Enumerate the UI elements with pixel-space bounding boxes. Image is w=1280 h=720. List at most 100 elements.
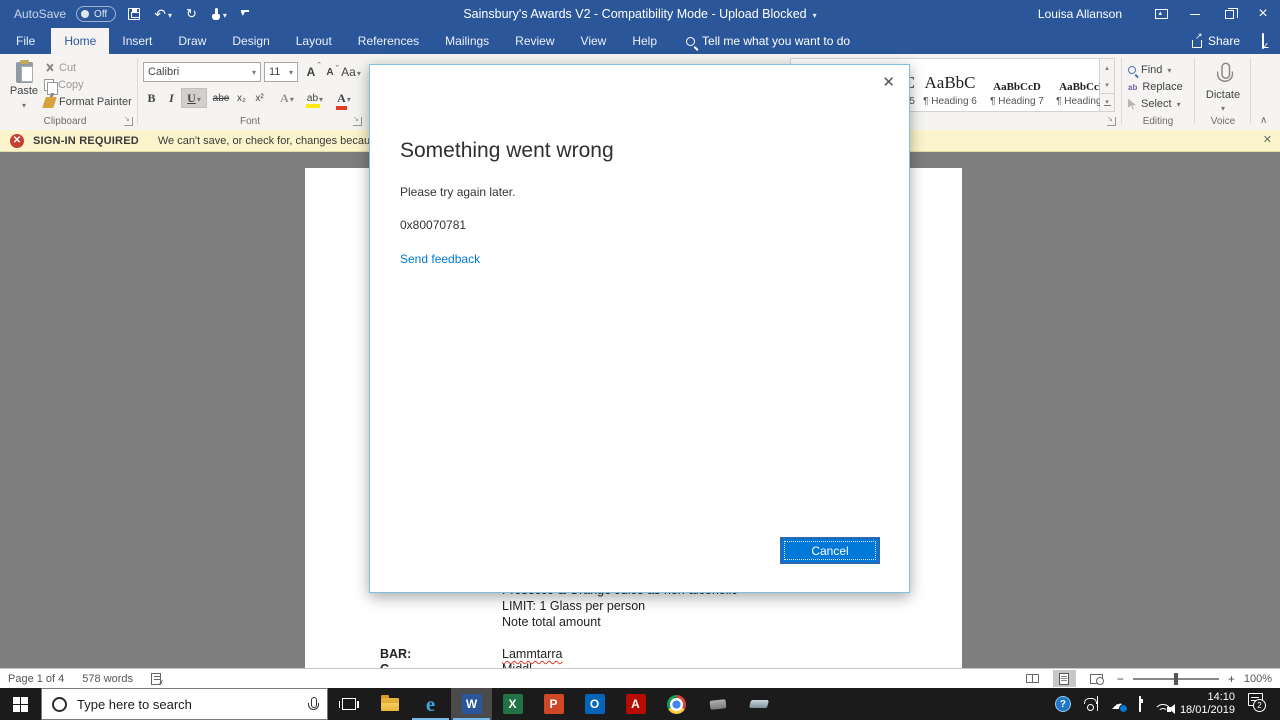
zoom-in-button[interactable]: + (1228, 672, 1235, 686)
grow-font-button[interactable]: A (303, 61, 320, 82)
tab-home[interactable]: Home (51, 28, 110, 54)
cut-button[interactable]: Cut (44, 62, 76, 74)
tell-me-box[interactable]: Tell me what you want to do (686, 28, 850, 54)
font-color-button[interactable]: A (332, 88, 356, 110)
text-effects-button[interactable]: A (275, 88, 299, 108)
replace-button[interactable]: Replace (1128, 79, 1182, 95)
collapse-ribbon-button[interactable] (1260, 112, 1267, 126)
tab-references[interactable]: References (345, 28, 432, 54)
dictate-button[interactable]: Dictate (1200, 60, 1246, 118)
tab-mailings[interactable]: Mailings (432, 28, 502, 54)
restore-button[interactable] (1212, 0, 1246, 28)
user-name[interactable]: Louisa Allanson (1038, 7, 1122, 21)
font-dialog-launcher[interactable] (353, 115, 362, 126)
get-help-tray-button[interactable] (1054, 696, 1071, 712)
styles-gallery-more-icon[interactable] (1100, 93, 1114, 111)
pinned-app-button[interactable] (697, 688, 738, 720)
search-mic-icon[interactable] (308, 697, 319, 711)
print-layout-button[interactable] (1052, 670, 1076, 687)
zoom-slider[interactable] (1132, 672, 1219, 685)
close-button[interactable] (1246, 0, 1280, 28)
superscript-button[interactable]: x² (251, 88, 268, 108)
minimize-button[interactable] (1178, 0, 1212, 28)
onedrive-tray-button[interactable] (1111, 696, 1126, 713)
tab-review[interactable]: Review (502, 28, 567, 54)
font-name-select[interactable]: Calibri (143, 62, 261, 82)
clock[interactable]: 14:10 18/01/2019 (1180, 691, 1235, 717)
subscript-button[interactable]: x₂ (233, 88, 250, 108)
page-indicator[interactable]: Page 1 of 4 (8, 673, 64, 685)
scanner-app-button[interactable] (738, 688, 779, 720)
tab-view[interactable]: View (568, 28, 620, 54)
comments-button[interactable] (1262, 33, 1264, 49)
styles-scroll-up-icon[interactable] (1100, 59, 1114, 76)
acrobat-button[interactable]: A (615, 688, 656, 720)
proofing-errors-icon[interactable] (151, 672, 164, 687)
cancel-button[interactable]: Cancel (780, 537, 880, 564)
word-count[interactable]: 578 words (82, 673, 133, 685)
zoom-slider-thumb[interactable] (1173, 672, 1178, 685)
paste-button[interactable]: Paste (8, 60, 40, 118)
style-heading6[interactable]: AaBbC ¶ Heading 6 (917, 61, 983, 109)
styles-scroll-down-icon[interactable] (1100, 76, 1114, 93)
format-painter-button[interactable]: Format Painter (42, 96, 132, 108)
redo-button[interactable] (184, 3, 199, 25)
window-title-text: Sainsbury's Awards V2 - Compatibility Mo… (463, 7, 807, 21)
group-divider (1194, 58, 1195, 124)
outlook-button[interactable]: O (574, 688, 615, 720)
underline-icon: U (187, 90, 196, 105)
dialog-title: Something went wrong (400, 139, 614, 162)
style-heading7[interactable]: AaBbCcD ¶ Heading 7 (985, 61, 1049, 109)
autosave-toggle[interactable]: Off (76, 6, 117, 22)
text-highlight-button[interactable]: ab (302, 88, 328, 108)
tab-design[interactable]: Design (219, 28, 282, 54)
file-explorer-button[interactable] (369, 688, 410, 720)
chrome-button[interactable] (656, 688, 697, 720)
powerpoint-button[interactable]: P (533, 688, 574, 720)
task-view-button[interactable] (328, 688, 369, 720)
italic-button[interactable]: I (163, 88, 180, 108)
shrink-font-button[interactable]: A (322, 62, 339, 82)
battery-tray-button[interactable] (1138, 696, 1141, 712)
styles-dialog-launcher[interactable] (1107, 115, 1116, 126)
hidden-icons-button[interactable] (1096, 696, 1098, 711)
tab-insert[interactable]: Insert (109, 28, 165, 54)
zoom-level[interactable]: 100% (1244, 673, 1272, 685)
send-feedback-link[interactable]: Send feedback (400, 252, 480, 266)
action-center-button[interactable]: 2 (1248, 693, 1270, 715)
save-button[interactable] (126, 3, 142, 25)
web-layout-button[interactable] (1085, 670, 1108, 687)
strikethrough-button[interactable]: abe (210, 88, 232, 108)
read-mode-button[interactable] (1021, 670, 1044, 687)
tab-draw[interactable]: Draw (165, 28, 219, 54)
taskbar-search-input[interactable]: Type here to search (41, 688, 328, 720)
tray-time: 14:10 (1207, 691, 1235, 703)
font-size-select[interactable]: 11 (264, 62, 298, 82)
clipboard-dialog-launcher[interactable] (124, 115, 133, 126)
zoom-out-button[interactable]: − (1117, 672, 1124, 686)
customize-qat-icon (240, 9, 249, 18)
share-button[interactable]: Share (1191, 31, 1240, 48)
ribbon-display-options-button[interactable] (1144, 0, 1178, 28)
word-taskbar-button[interactable]: W (451, 688, 492, 720)
edge-button[interactable]: e (410, 688, 451, 720)
bold-button[interactable]: B (142, 88, 161, 108)
select-button[interactable]: Select (1128, 96, 1181, 112)
customize-qat-button[interactable] (239, 3, 251, 25)
cortana-icon (52, 696, 67, 712)
warning-close-icon[interactable] (1263, 133, 1272, 146)
dialog-close-icon[interactable] (882, 73, 895, 91)
tab-file[interactable]: File (0, 28, 51, 54)
tab-help[interactable]: Help (619, 28, 670, 54)
copy-button[interactable]: Copy (44, 79, 84, 95)
undo-button[interactable] (152, 3, 174, 25)
chevron-down-icon (223, 7, 227, 21)
change-case-button[interactable]: Aa (340, 62, 362, 82)
tab-layout[interactable]: Layout (283, 28, 345, 54)
start-button[interactable] (0, 688, 41, 720)
underline-button[interactable]: U (181, 88, 207, 108)
find-button[interactable]: Find (1128, 62, 1171, 78)
touch-mouse-mode-button[interactable] (209, 3, 229, 25)
excel-button[interactable]: X (492, 688, 533, 720)
chevron-down-icon (347, 91, 351, 105)
